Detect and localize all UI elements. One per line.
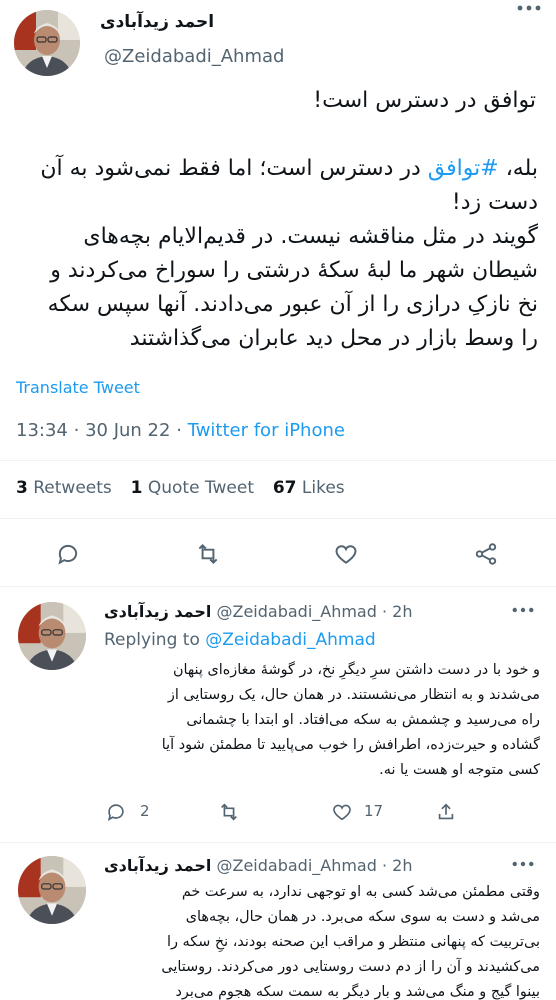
author-handle[interactable]: @Zeidabadi_Ahmad bbox=[216, 856, 376, 875]
reply-time[interactable]: 2h bbox=[392, 602, 412, 621]
translate-tweet-link[interactable]: Translate Tweet bbox=[16, 378, 140, 397]
reply-time[interactable]: 2h bbox=[392, 856, 412, 875]
like-count: 17 bbox=[364, 802, 384, 820]
tweet-body-line: نخ نازکِ درازی را از آن عبور می‌دادند. آ… bbox=[47, 292, 538, 317]
tweet-time[interactable]: 13:34 bbox=[16, 420, 68, 441]
divider bbox=[0, 460, 556, 461]
avatar[interactable] bbox=[14, 10, 80, 76]
avatar-photo-icon bbox=[18, 602, 86, 670]
reply-body-line: وقتی مطمئن می‌شد کسی به او توجهی ندارد، … bbox=[181, 884, 540, 900]
avatar[interactable] bbox=[18, 602, 86, 670]
tweet-body-line: شیطان شهر ما لبهٔ سکهٔ درشتی را سوراخ می… bbox=[50, 258, 538, 283]
reply-body-line: بینوا گیج و منگ می‌شد و بار دیگر به سمت … bbox=[175, 984, 540, 1000]
tweet-body-line: گویند در مثل مناقشه نیست. در قدیم‌الایام… bbox=[83, 224, 538, 249]
reply-icon[interactable] bbox=[50, 536, 86, 572]
divider bbox=[0, 518, 556, 519]
reply-body-line: کسی متوجه او هست یا نه. bbox=[379, 762, 540, 778]
reply-body-line: گشاده و حیرت‌زده، اطرافش را خوب می‌پایید… bbox=[161, 737, 540, 753]
retweet-icon[interactable] bbox=[214, 798, 244, 826]
divider bbox=[0, 586, 556, 587]
quote-tweets-stat[interactable]: 1 Quote Tweet bbox=[131, 478, 254, 498]
share-icon[interactable] bbox=[468, 536, 504, 572]
reply-count: 2 bbox=[140, 802, 150, 820]
reply-header: احمد زیدآبادی @Zeidabadi_Ahmad · 2h bbox=[104, 856, 413, 875]
author-name[interactable]: احمد زیدآبادی bbox=[104, 602, 211, 621]
reply-body-line: می‌شد و دست به سوی سکه می‌برد. در همان ح… bbox=[185, 909, 540, 925]
reply-icon[interactable] bbox=[102, 798, 130, 826]
like-icon[interactable] bbox=[328, 798, 356, 826]
author-handle[interactable]: @Zeidabadi_Ahmad bbox=[216, 602, 376, 621]
reply-body-line: بی‌تربیت که پنهانی منتظر و مراقب این صحن… bbox=[167, 934, 540, 950]
reply-body-line: می‌کشیدند و آن را از دم دست روستایی دور … bbox=[161, 959, 540, 975]
avatar[interactable] bbox=[18, 856, 86, 924]
share-icon[interactable] bbox=[432, 798, 460, 826]
author-name[interactable]: احمد زیدآبادی bbox=[104, 856, 211, 875]
avatar-photo-icon bbox=[14, 10, 80, 76]
tweet-timestamp: 13:34 · 30 Jun 22 · Twitter for iPhone bbox=[16, 420, 345, 441]
more-options-icon[interactable] bbox=[512, 0, 546, 16]
retweets-stat[interactable]: 3 Retweets bbox=[16, 478, 112, 498]
more-options-icon[interactable] bbox=[506, 856, 540, 872]
retweet-icon[interactable] bbox=[190, 536, 226, 572]
engagement-stats: 3 Retweets 1 Quote Tweet 67 Likes bbox=[16, 478, 345, 498]
author-name[interactable]: احمد زیدآبادی bbox=[100, 12, 280, 32]
like-icon[interactable] bbox=[328, 536, 364, 572]
divider bbox=[0, 842, 556, 843]
reply-body: و خود با در دست داشتن سرِ دیگرِ نخ، در گ… bbox=[100, 658, 540, 783]
tweet-body-line: بله، #توافق در دسترس است؛ اما فقط نمی‌شو… bbox=[40, 156, 538, 181]
replying-to: Replying to @Zeidabadi_Ahmad bbox=[104, 630, 376, 650]
reply-body-line: و خود با در دست داشتن سرِ دیگرِ نخ، در گ… bbox=[172, 662, 540, 678]
reply-body-line: می‌شدند و به انتظار می‌نشستند. در همان ح… bbox=[167, 687, 540, 703]
reply-body-line: راه می‌رسید و چشمش به سکه می‌افتاد. او ا… bbox=[186, 712, 540, 728]
hashtag-link[interactable]: #توافق bbox=[428, 156, 499, 181]
tweet-title-line: توافق در دسترس است! bbox=[313, 88, 536, 113]
replying-to-handle-link[interactable]: @Zeidabadi_Ahmad bbox=[205, 630, 375, 650]
more-options-icon[interactable] bbox=[506, 602, 540, 618]
avatar-photo-icon bbox=[18, 856, 86, 924]
likes-stat[interactable]: 67 Likes bbox=[273, 478, 345, 498]
tweet-date[interactable]: 30 Jun 22 bbox=[85, 420, 170, 441]
reply-header: احمد زیدآبادی @Zeidabadi_Ahmad · 2h bbox=[104, 602, 413, 621]
tweet-body-line: را وسط بازار در محل دید عابران می‌گذاشتن… bbox=[129, 326, 538, 351]
tweet-source-link[interactable]: Twitter for iPhone bbox=[188, 420, 345, 441]
reply-body: وقتی مطمئن می‌شد کسی به او توجهی ندارد، … bbox=[100, 880, 540, 1000]
author-handle[interactable]: @Zeidabadi_Ahmad bbox=[104, 46, 284, 67]
tweet-body: بله، #توافق در دسترس است؛ اما فقط نمی‌شو… bbox=[14, 152, 538, 356]
tweet-body-line: دست زد! bbox=[451, 190, 538, 215]
